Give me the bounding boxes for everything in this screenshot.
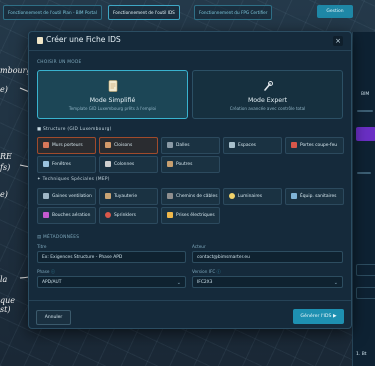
column-icon: [105, 161, 111, 167]
title-field-label: Titre: [37, 244, 47, 249]
chevron-down-icon: ⌄: [176, 280, 181, 286]
right-side-panel: BIM 1. Bt: [352, 32, 375, 366]
chip-prises-electriques[interactable]: Prises électriques: [161, 207, 220, 224]
chip-chemins-de-cables[interactable]: Chemins de câbles: [161, 188, 220, 205]
phase-field-label: Phase ⓘ: [37, 269, 56, 274]
chip-dalles[interactable]: Dalles: [161, 137, 220, 154]
sanitary-icon: [291, 193, 297, 199]
chip-poutres[interactable]: Poutres: [161, 156, 220, 173]
mode-simplified-title: Mode Simplifié: [89, 97, 136, 104]
window-icon: [43, 161, 49, 167]
ifc-version-field-label: Version IFC ⓘ: [192, 269, 221, 274]
beam-icon: [167, 161, 173, 167]
chip-murs-porteurs[interactable]: Murs porteurs: [37, 137, 96, 154]
chip-cloisons[interactable]: Cloisons: [99, 137, 158, 154]
space-icon: [229, 142, 235, 148]
partition-icon: [105, 142, 111, 148]
mode-expert-title: Mode Expert: [247, 97, 288, 104]
chip-tuyauterie[interactable]: Tuyauterie: [99, 188, 158, 205]
metadata-section-title: ▤ MÉTADONNÉES: [37, 235, 80, 240]
mode-expert-card[interactable]: Mode Expert Création avancée avec contrô…: [192, 70, 343, 119]
close-button[interactable]: ×: [333, 36, 343, 46]
cancel-button[interactable]: Annuler: [36, 310, 71, 325]
chip-espaces[interactable]: Espaces: [223, 137, 282, 154]
mode-section-title: CHOISIR UN MODE: [37, 60, 82, 65]
chip-gaines-ventilation[interactable]: Gaines ventilation: [37, 188, 96, 205]
modal-header: Créer une Fiche IDS ×: [29, 32, 351, 51]
ifc-version-select[interactable]: IFC2X3 ⌄: [192, 276, 343, 288]
chip-portes-coupe-feu[interactable]: Portes coupe-feu: [285, 137, 344, 154]
chip-equip-sanitaires[interactable]: Équip. sanitaires: [285, 188, 344, 205]
vent-icon: [43, 212, 49, 218]
document-icon: [37, 37, 43, 44]
fire-door-icon: [291, 142, 297, 148]
document-icon: [108, 80, 118, 92]
actor-input[interactable]: contact@bimsmarter.eu: [192, 251, 343, 263]
right-panel-field: [356, 287, 375, 299]
mode-simplified-card[interactable]: Mode Simplifié Template GID Luxembourg p…: [37, 70, 188, 119]
actor-field-label: Acteur: [192, 244, 206, 249]
wrench-icon: [263, 80, 273, 92]
phase-select[interactable]: APD/AUT ⌄: [37, 276, 186, 288]
right-panel-field: [356, 264, 375, 276]
modal-title: Créer une Fiche IDS: [46, 35, 121, 44]
cable-tray-icon: [167, 193, 173, 199]
generate-ids-button[interactable]: Générer l'IDS ▶: [293, 309, 344, 324]
right-panel-purple-block: [356, 127, 375, 141]
chevron-down-icon: ⌄: [333, 280, 338, 286]
lightbulb-icon: [229, 193, 235, 199]
chip-luminaires[interactable]: Luminaires: [223, 188, 282, 205]
title-input[interactable]: Ex: Exigences Structure - Phase APD: [37, 251, 186, 263]
sprinkler-icon: [105, 212, 111, 218]
chip-colonnes[interactable]: Colonnes: [99, 156, 158, 173]
right-panel-label: BIM: [361, 92, 370, 97]
mode-expert-subtitle: Création avancée avec contrôle total: [229, 106, 306, 111]
create-ids-modal: Créer une Fiche IDS × CHOISIR UN MODE Mo…: [28, 31, 352, 329]
chip-fenetres[interactable]: Fenêtres: [37, 156, 96, 173]
mep-section-title: ✦ Techniques Spéciales (MEP): [37, 177, 110, 182]
modal-footer: Annuler Générer l'IDS ▶: [29, 300, 351, 328]
right-panel-step: 1. Bt: [356, 352, 367, 357]
outlet-icon: [167, 212, 173, 218]
chip-sprinklers[interactable]: Sprinklers: [99, 207, 158, 224]
pipe-icon: [105, 193, 111, 199]
chip-bouches-aeration[interactable]: Bouches aération: [37, 207, 96, 224]
slab-icon: [167, 142, 173, 148]
mode-simplified-subtitle: Template GID Luxembourg prêts à l'emploi: [68, 106, 157, 111]
structure-section-title: ■ Structure (GID Luxembourg): [37, 127, 112, 132]
wall-icon: [43, 142, 49, 148]
duct-icon: [43, 193, 49, 199]
